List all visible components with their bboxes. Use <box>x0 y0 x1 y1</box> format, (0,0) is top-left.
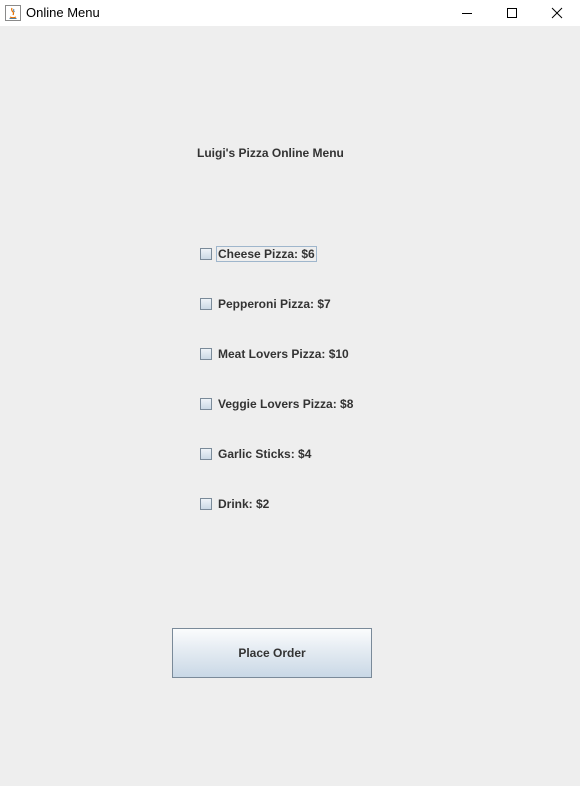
window-title: Online Menu <box>26 5 100 20</box>
checkbox-drink[interactable]: Drink: $2 <box>200 495 271 513</box>
minimize-icon <box>462 13 472 14</box>
place-order-button[interactable]: Place Order <box>172 628 372 678</box>
menu-heading: Luigi's Pizza Online Menu <box>197 146 344 160</box>
checkbox-label: Cheese Pizza: $6 <box>216 246 317 262</box>
checkbox-label: Veggie Lovers Pizza: $8 <box>218 397 354 411</box>
checkbox-box[interactable] <box>200 348 212 360</box>
close-icon <box>551 7 563 19</box>
checkbox-garlic-sticks[interactable]: Garlic Sticks: $4 <box>200 445 313 463</box>
minimize-button[interactable] <box>444 0 490 26</box>
checkbox-label: Meat Lovers Pizza: $10 <box>218 347 349 361</box>
java-app-icon <box>5 5 21 21</box>
checkbox-box[interactable] <box>200 298 212 310</box>
checkbox-label: Drink: $2 <box>218 497 270 511</box>
online-menu-window: Online Menu Luigi's Pizza Online Menu Ch… <box>0 0 580 786</box>
checkbox-box[interactable] <box>200 398 212 410</box>
checkbox-pepperoni-pizza[interactable]: Pepperoni Pizza: $7 <box>200 295 333 313</box>
maximize-icon <box>507 8 517 18</box>
title-bar[interactable]: Online Menu <box>0 0 580 26</box>
checkbox-box[interactable] <box>200 248 212 260</box>
checkbox-label: Pepperoni Pizza: $7 <box>218 297 331 311</box>
maximize-button[interactable] <box>489 0 535 26</box>
checkbox-box[interactable] <box>200 498 212 510</box>
checkbox-label: Garlic Sticks: $4 <box>218 447 312 461</box>
checkbox-box[interactable] <box>200 448 212 460</box>
checkbox-cheese-pizza[interactable]: Cheese Pizza: $6 <box>200 245 317 263</box>
checkbox-veggie-lovers-pizza[interactable]: Veggie Lovers Pizza: $8 <box>200 395 355 413</box>
checkbox-meat-lovers-pizza[interactable]: Meat Lovers Pizza: $10 <box>200 345 351 363</box>
close-button[interactable] <box>534 0 580 26</box>
